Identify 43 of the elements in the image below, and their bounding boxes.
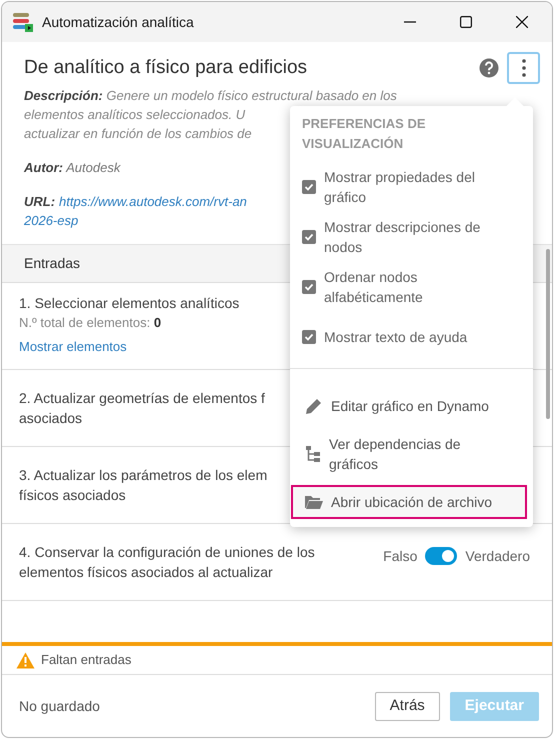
- back-button[interactable]: Atrás: [374, 692, 440, 720]
- more-options-button[interactable]: [507, 52, 540, 84]
- input-label: 2. Actualizar geometrías de elementos f asociados: [19, 388, 265, 428]
- menu-item[interactable]: Ver dependencias de gráficos: [291, 427, 527, 481]
- pencil-icon: [305, 397, 323, 415]
- checkbox[interactable]: [302, 330, 316, 344]
- save-status: No guardado: [19, 696, 100, 716]
- status-message: Faltan entradas: [41, 651, 132, 670]
- description-text: actualizar en función de los cambios de: [24, 125, 252, 143]
- menu-option[interactable]: Mostrar descripciones de nodos: [324, 217, 504, 257]
- menu-option[interactable]: Ordenar nodos alfabéticamente: [324, 267, 504, 307]
- checkbox[interactable]: [302, 180, 316, 194]
- menu-item[interactable]: Abrir ubicación de archivo: [291, 485, 527, 519]
- show-elements-link[interactable]: Mostrar elementos: [19, 336, 127, 356]
- close-icon[interactable]: [516, 16, 528, 28]
- url-label: URL:: [24, 192, 56, 210]
- kebab-icon: [522, 59, 526, 77]
- graph-title: De analítico a físico para edificios: [24, 56, 308, 80]
- element-count: N.º total de elementos: 0: [19, 314, 162, 332]
- menu-option[interactable]: Mostrar propiedades del gráfico: [324, 167, 504, 207]
- app-icon: [12, 12, 34, 32]
- author-text: Autor: Autodesk: [24, 159, 120, 177]
- section-title: Entradas: [24, 254, 80, 272]
- input-label: 4. Conservar la configuración de uniones de los elementos físicos asociados al actualizar: [19, 542, 315, 582]
- url-link[interactable]: https://www.autodesk.com/rvt-an: [59, 192, 247, 210]
- false-label: Falso: [383, 546, 418, 566]
- help-icon[interactable]: [479, 58, 499, 78]
- checkbox[interactable]: [302, 280, 316, 294]
- input-label: 3. Actualizar los parámetros de los elem físicos asociados: [19, 466, 268, 504]
- description-text: Descripción: Genere un modelo físico estructural basado en los: [24, 87, 397, 105]
- menu-heading: PREFERENCIAS DE VISUALIZACIÓN: [302, 115, 427, 153]
- hierarchy-icon: [305, 445, 321, 463]
- warning-icon: [16, 652, 35, 668]
- input-label: 1. Seleccionar elementos analíticos: [19, 294, 240, 312]
- window-title: Automatización analítica: [42, 12, 194, 32]
- menu-item[interactable]: Editar gráfico en Dynamo: [291, 389, 527, 423]
- menu-option[interactable]: Mostrar texto de ayuda: [324, 327, 504, 347]
- maximize-icon[interactable]: [460, 16, 472, 28]
- checkbox[interactable]: [302, 230, 316, 244]
- true-label: Verdadero: [465, 546, 530, 566]
- toggle-switch[interactable]: [425, 546, 458, 564]
- folder-icon: [305, 495, 323, 509]
- description-text: elementos analíticos seleccionados. U: [24, 106, 246, 124]
